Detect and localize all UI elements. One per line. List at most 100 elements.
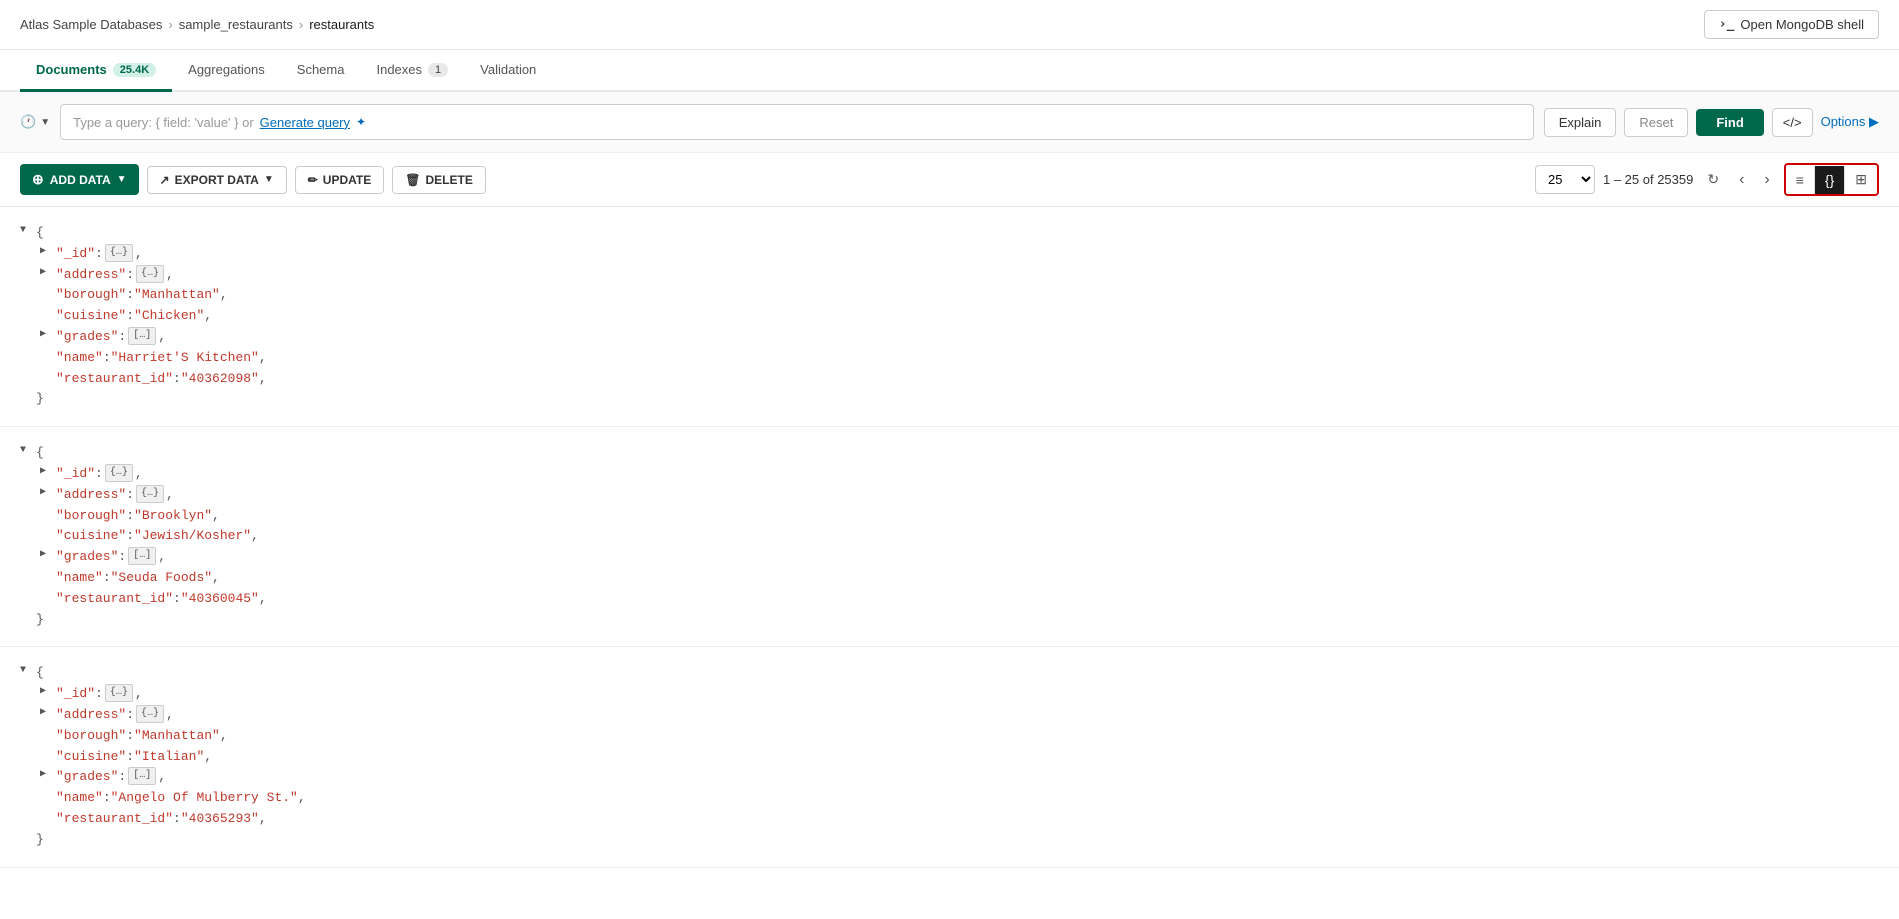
export-data-button[interactable]: ↗ EXPORT DATA ▼: [147, 166, 287, 194]
delete-button[interactable]: 🗑 DELETE: [392, 166, 486, 194]
action-right: 25 50 100 1 – 25 of 25359 ↻ ‹ › ≡ {}: [1535, 163, 1879, 196]
field-value-collapsed[interactable]: {…}: [136, 265, 164, 283]
code-view-button[interactable]: </>: [1772, 108, 1813, 137]
field-colon: :: [126, 726, 134, 747]
doc-field-line: ▶"cuisine": "Jewish/Kosher",: [20, 526, 1879, 547]
query-input-wrapper[interactable]: Type a query: { field: 'value' } or Gene…: [60, 104, 1534, 140]
doc-field-line: ▶"restaurant_id": "40360045",: [20, 589, 1879, 610]
tab-aggregations-label: Aggregations: [188, 62, 265, 77]
field-colon: :: [126, 306, 134, 327]
tab-documents-label: Documents: [36, 62, 107, 77]
query-clock[interactable]: 🕐 ▼: [20, 114, 50, 130]
doc-field-line: ▶"borough": "Brooklyn",: [20, 506, 1879, 527]
close-brace: }: [36, 830, 44, 851]
doc-expand-arrow[interactable]: ▼: [20, 443, 30, 459]
doc-field-line: ▶"borough": "Manhattan",: [20, 285, 1879, 306]
code-icon: </>: [1783, 115, 1802, 130]
field-key: "_id": [56, 244, 95, 265]
table-view-button[interactable]: ⊞: [1845, 165, 1877, 194]
next-page-button[interactable]: ›: [1758, 169, 1775, 191]
field-expand-arrow[interactable]: ▶: [40, 684, 50, 700]
field-key: "borough": [56, 285, 126, 306]
field-value-collapsed[interactable]: […]: [128, 547, 156, 565]
query-right: Explain Reset Find </> Options ▶: [1544, 108, 1879, 137]
add-data-button[interactable]: ⊕ ADD DATA ▼: [20, 164, 139, 195]
field-expand-arrow[interactable]: ▶: [40, 327, 50, 343]
tab-validation[interactable]: Validation: [464, 50, 552, 92]
field-key: "grades": [56, 767, 118, 788]
options-button[interactable]: Options ▶: [1821, 114, 1879, 130]
breadcrumb: Atlas Sample Databases › sample_restaura…: [20, 17, 374, 32]
table-view-icon: ⊞: [1855, 171, 1867, 187]
tab-schema-label: Schema: [297, 62, 345, 77]
field-value-collapsed[interactable]: {…}: [136, 485, 164, 503]
action-left: ⊕ ADD DATA ▼ ↗ EXPORT DATA ▼ ✏ UPDATE 🗑 …: [20, 164, 486, 195]
open-shell-label: Open MongoDB shell: [1740, 17, 1864, 32]
field-value-collapsed[interactable]: {…}: [136, 705, 164, 723]
field-expand-arrow[interactable]: ▶: [40, 244, 50, 260]
breadcrumb-part1[interactable]: Atlas Sample Databases: [20, 17, 162, 32]
field-key: "_id": [56, 684, 95, 705]
prev-page-button[interactable]: ‹: [1733, 169, 1750, 191]
field-expand-arrow[interactable]: ▶: [40, 485, 50, 501]
field-colon: :: [95, 684, 103, 705]
tab-schema[interactable]: Schema: [281, 50, 361, 92]
doc-expand-arrow[interactable]: ▼: [20, 663, 30, 679]
doc-field-line: ▶"name": "Seuda Foods",: [20, 568, 1879, 589]
doc-field-line: ▶"cuisine": "Italian",: [20, 747, 1879, 768]
page-size-select[interactable]: 25 50 100: [1535, 165, 1595, 194]
field-value-collapsed[interactable]: {…}: [105, 684, 133, 702]
field-key: "cuisine": [56, 306, 126, 327]
update-button[interactable]: ✏ UPDATE: [295, 166, 385, 194]
document-block: ▼{▶"_id": {…},▶"address": {…},▶"borough"…: [0, 207, 1899, 427]
field-value: "40365293": [181, 809, 259, 830]
field-expand-arrow[interactable]: ▶: [40, 767, 50, 783]
field-value-collapsed[interactable]: […]: [128, 327, 156, 345]
reset-label: Reset: [1639, 115, 1673, 130]
field-expand-arrow[interactable]: ▶: [40, 705, 50, 721]
field-value-collapsed[interactable]: {…}: [105, 464, 133, 482]
field-colon: :: [126, 705, 134, 726]
doc-field-line: ▶"grades": […],: [20, 327, 1879, 348]
field-value-collapsed[interactable]: […]: [128, 767, 156, 785]
pagination-info: 1 – 25 of 25359: [1603, 172, 1693, 187]
field-value-collapsed[interactable]: {…}: [105, 244, 133, 262]
delete-icon: 🗑: [405, 173, 420, 187]
tab-indexes-badge: 1: [428, 63, 448, 77]
export-dropdown-icon: ▼: [264, 174, 274, 185]
tab-indexes[interactable]: Indexes 1: [360, 50, 464, 92]
field-colon: :: [103, 348, 111, 369]
open-brace: {: [36, 663, 44, 684]
explain-label: Explain: [1559, 115, 1602, 130]
tab-validation-label: Validation: [480, 62, 536, 77]
open-shell-button[interactable]: ›_ Open MongoDB shell: [1704, 10, 1879, 39]
refresh-icon: ↻: [1707, 171, 1719, 187]
find-button[interactable]: Find: [1696, 109, 1763, 136]
view-toggle: ≡ {} ⊞: [1784, 163, 1879, 196]
field-expand-arrow[interactable]: ▶: [40, 547, 50, 563]
json-view-icon: {}: [1825, 172, 1834, 188]
doc-field-line: ▶"address": {…},: [20, 705, 1879, 726]
json-view-button[interactable]: {}: [1815, 166, 1845, 194]
field-expand-arrow[interactable]: ▶: [40, 265, 50, 281]
list-view-button[interactable]: ≡: [1786, 166, 1815, 194]
field-expand-arrow[interactable]: ▶: [40, 464, 50, 480]
field-colon: :: [103, 788, 111, 809]
explain-button[interactable]: Explain: [1544, 108, 1617, 137]
generate-query-link[interactable]: Generate query: [260, 115, 350, 130]
field-colon: :: [118, 767, 126, 788]
refresh-button[interactable]: ↻: [1701, 169, 1725, 190]
field-key: "restaurant_id": [56, 589, 173, 610]
field-key: "grades": [56, 547, 118, 568]
field-key: "_id": [56, 464, 95, 485]
field-key: "cuisine": [56, 747, 126, 768]
doc-expand-arrow[interactable]: ▼: [20, 223, 30, 239]
tab-aggregations[interactable]: Aggregations: [172, 50, 281, 92]
breadcrumb-part2[interactable]: sample_restaurants: [179, 17, 293, 32]
reset-button[interactable]: Reset: [1624, 108, 1688, 137]
options-label: Options ▶: [1821, 114, 1879, 129]
add-data-label: ADD DATA: [50, 173, 111, 187]
query-placeholder: Type a query: { field: 'value' } or: [73, 115, 254, 130]
tab-documents[interactable]: Documents 25.4K: [20, 50, 172, 92]
top-bar: Atlas Sample Databases › sample_restaura…: [0, 0, 1899, 50]
